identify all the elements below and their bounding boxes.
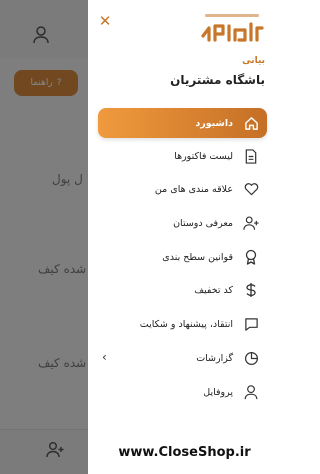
home-icon — [243, 115, 259, 131]
menu-item-label: انتقاد، پیشنهاد و شکایت — [139, 318, 233, 330]
brand-logo — [201, 14, 264, 42]
close-button[interactable]: ✕ — [96, 12, 114, 30]
close-icon: ✕ — [98, 12, 112, 30]
menu-item-reports[interactable]: گزارشات ‹ — [98, 344, 267, 372]
side-drawer: ✕ بیانی باشگاه مشتریان داشبورد لیست فاکت… — [88, 0, 277, 474]
chevron-left-icon: ‹ — [102, 350, 107, 364]
menu-item-label: علاقه مندی های من — [154, 183, 233, 195]
user-icon — [243, 384, 259, 400]
menu-item-dashboard[interactable]: داشبورد — [98, 108, 267, 138]
menu-item-feedback[interactable]: انتقاد، پیشنهاد و شکایت — [98, 310, 267, 338]
heart-icon — [243, 181, 259, 197]
menu-item-label: پروفایل — [203, 386, 233, 398]
menu-item-label: کد تخفیف — [194, 284, 233, 296]
menu-item-profile[interactable]: پروفایل — [98, 378, 267, 406]
menu-item-invoices[interactable]: لیست فاکتورها — [98, 142, 267, 170]
dollar-icon — [243, 282, 259, 298]
menu-item-refer-friends[interactable]: معرفی دوستان — [98, 209, 267, 237]
menu-item-favorites[interactable]: علاقه مندی های من — [98, 175, 267, 203]
menu-item-level-rules[interactable]: قوانین سطح بندی — [98, 243, 267, 271]
menu-item-label: داشبورد — [195, 117, 233, 129]
pie-chart-icon — [243, 350, 259, 366]
menu-item-label: گزارشات — [196, 352, 233, 364]
brand-subtitle: بیانی — [242, 56, 265, 66]
menu-item-label: معرفی دوستان — [173, 217, 233, 229]
add-user-icon — [243, 215, 259, 231]
menu-item-discount-code[interactable]: کد تخفیف — [98, 276, 267, 304]
message-icon — [243, 316, 259, 332]
menu-item-label: قوانین سطح بندی — [162, 251, 233, 263]
invoice-icon — [243, 148, 259, 164]
menu-item-label: لیست فاکتورها — [174, 150, 233, 162]
drawer-title: باشگاه مشتریان — [170, 73, 265, 87]
watermark-text: www.CloseShop.ir — [118, 445, 251, 460]
badge-icon — [243, 249, 259, 265]
